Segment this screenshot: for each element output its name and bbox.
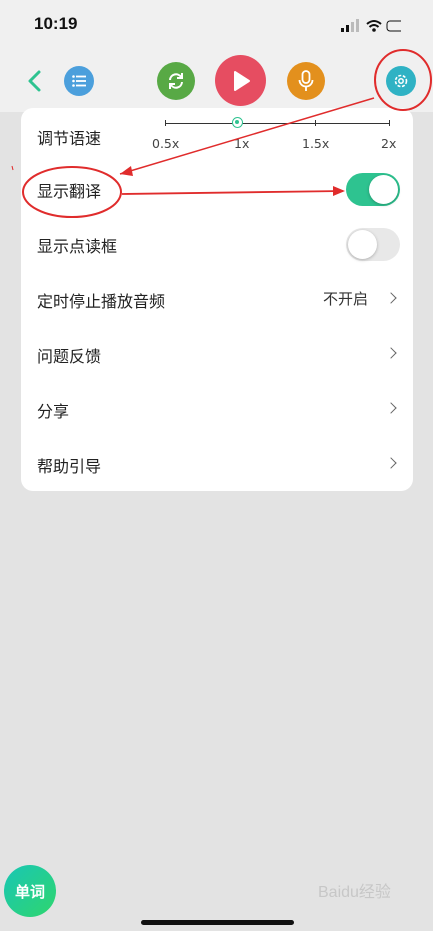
watermark: Baidu经验 bbox=[318, 884, 391, 901]
home-indicator bbox=[141, 920, 294, 925]
annotation-overlay bbox=[11, 49, 432, 218]
word-button[interactable]: 单词 bbox=[4, 865, 56, 917]
